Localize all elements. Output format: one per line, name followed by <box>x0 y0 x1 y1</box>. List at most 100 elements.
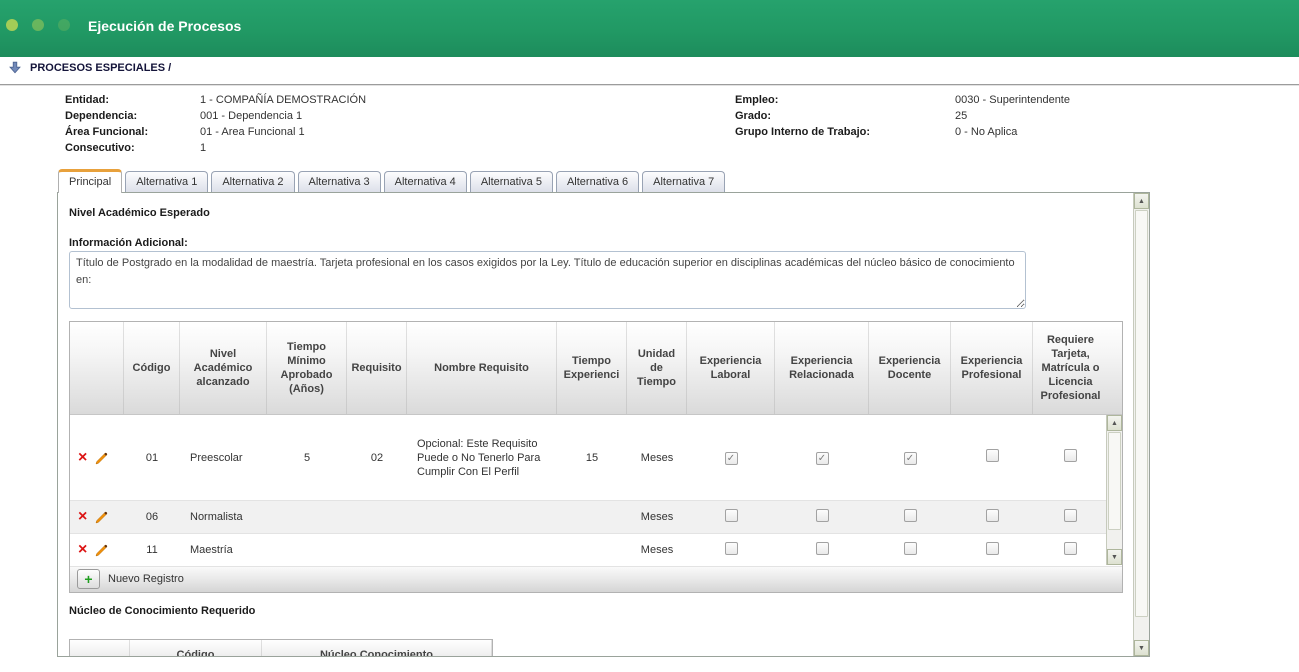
delete-icon[interactable]: × <box>78 510 87 524</box>
plus-icon: + <box>84 572 92 586</box>
new-record-label: Nuevo Registro <box>108 573 184 585</box>
tab-principal[interactable]: Principal <box>58 169 122 193</box>
checkbox-experiencia_relacionada[interactable] <box>816 542 829 555</box>
checkbox-requiere_tarjeta[interactable] <box>1064 509 1077 522</box>
additional-info-textarea[interactable]: Título de Postgrado en la modalidad de m… <box>69 251 1026 309</box>
field-label: Consecutivo: <box>65 140 200 156</box>
nucleo-section-title: Núcleo de Conocimiento Requerido <box>69 605 255 617</box>
cell-requisito <box>347 548 407 552</box>
checkbox-experiencia_laboral[interactable]: ✓ <box>725 452 738 465</box>
tab-alternativa-6[interactable]: Alternativa 6 <box>556 171 639 192</box>
cell-codigo: 06 <box>124 508 180 526</box>
field-value: 25 <box>955 108 967 124</box>
header-dot-icon <box>32 19 44 31</box>
cell-codigo: 01 <box>124 449 180 467</box>
tab-alternativa-7[interactable]: Alternativa 7 <box>642 171 725 192</box>
field-label: Área Funcional: <box>65 124 200 140</box>
cell-experiencia_profesional <box>951 540 1033 561</box>
checkbox-experiencia_profesional[interactable] <box>986 542 999 555</box>
cell-nivel_academico: Preescolar <box>180 449 267 467</box>
tab-alternativa-2[interactable]: Alternativa 2 <box>211 171 294 192</box>
checkbox-requiere_tarjeta[interactable] <box>1064 542 1077 555</box>
checkbox-experiencia_profesional[interactable] <box>986 449 999 462</box>
table-row: ×11MaestríaMeses <box>70 534 1122 567</box>
tab-alternativa-1[interactable]: Alternativa 1 <box>125 171 208 192</box>
cell-nombre_requisito <box>407 515 557 519</box>
panel-scrollbar[interactable]: ▲ ▼ <box>1133 193 1149 656</box>
scroll-up-icon[interactable]: ▲ <box>1107 415 1122 431</box>
info-field: Grado:25 <box>735 108 1255 124</box>
cell-requiere_tarjeta <box>1033 447 1108 468</box>
down-arrow-icon[interactable] <box>8 61 22 75</box>
add-record-button[interactable]: + <box>77 569 100 589</box>
edit-pencil-icon[interactable] <box>95 451 109 465</box>
field-value: 0 - No Aplica <box>955 124 1017 140</box>
column-header: Código <box>130 640 262 657</box>
column-header <box>70 322 124 414</box>
app-window: Ejecución de Procesos PROCESOS ESPECIALE… <box>0 0 1299 672</box>
column-header: Nombre Requisito <box>407 322 557 414</box>
column-header: Requiere Tarjeta, Matrícula o Licencia P… <box>1033 322 1108 414</box>
checkbox-experiencia_laboral[interactable] <box>725 542 738 555</box>
cell-experiencia_laboral <box>687 507 775 528</box>
header-dot-icon <box>58 19 70 31</box>
checkbox-experiencia_relacionada[interactable] <box>816 509 829 522</box>
column-header: Tiempo Experienci <box>557 322 627 414</box>
new-record-bar: + Nuevo Registro <box>70 565 1122 592</box>
info-field: Área Funcional:01 - Area Funcional 1 <box>65 124 685 140</box>
cell-nivel_academico: Maestría <box>180 541 267 559</box>
cell-experiencia_docente <box>869 540 951 561</box>
scrollbar-thumb[interactable] <box>1108 432 1121 530</box>
checkbox-requiere_tarjeta[interactable] <box>1064 449 1077 462</box>
row-actions: × <box>70 541 124 559</box>
breadcrumb[interactable]: PROCESOS ESPECIALES / <box>30 62 171 74</box>
cell-unidad_tiempo: Meses <box>627 541 687 559</box>
cell-requisito: 02 <box>347 449 407 467</box>
checkbox-experiencia_docente[interactable] <box>904 542 917 555</box>
tab-alternativa-3[interactable]: Alternativa 3 <box>298 171 381 192</box>
row-actions: × <box>70 449 124 467</box>
table-scrollbar[interactable]: ▲ ▼ <box>1106 415 1122 565</box>
cell-nombre_requisito <box>407 548 557 552</box>
cell-requiere_tarjeta <box>1033 507 1108 528</box>
checkbox-experiencia_laboral[interactable] <box>725 509 738 522</box>
table-row: ×06NormalistaMeses <box>70 501 1122 534</box>
field-label: Dependencia: <box>65 108 200 124</box>
info-field: Empleo:0030 - Superintendente <box>735 92 1255 108</box>
scroll-down-icon[interactable]: ▼ <box>1134 640 1149 656</box>
tab-alternativa-5[interactable]: Alternativa 5 <box>470 171 553 192</box>
checkbox-experiencia_docente[interactable] <box>904 509 917 522</box>
tab-alternativa-4[interactable]: Alternativa 4 <box>384 171 467 192</box>
info-right: Empleo:0030 - SuperintendenteGrado:25Gru… <box>735 92 1255 140</box>
column-header: Experiencia Docente <box>869 322 951 414</box>
cell-requisito <box>347 515 407 519</box>
delete-icon[interactable]: × <box>78 543 87 557</box>
edit-pencil-icon[interactable] <box>95 510 109 524</box>
cell-experiencia_laboral: ✓ <box>687 449 775 467</box>
cell-experiencia_profesional <box>951 507 1033 528</box>
header-divider <box>0 84 1299 86</box>
field-value: 001 - Dependencia 1 <box>200 108 302 124</box>
requisitos-grid: CódigoNivel Académico alcanzadoTiempo Mí… <box>69 321 1123 593</box>
scroll-down-icon[interactable]: ▼ <box>1107 549 1122 565</box>
cell-requiere_tarjeta <box>1033 540 1108 561</box>
info-field: Consecutivo:1 <box>65 140 685 156</box>
delete-icon[interactable]: × <box>78 451 87 465</box>
field-label: Empleo: <box>735 92 955 108</box>
column-header <box>70 640 130 657</box>
cell-experiencia_profesional <box>951 447 1033 468</box>
checkbox-experiencia_relacionada[interactable]: ✓ <box>816 452 829 465</box>
column-header: Unidad de Tiempo <box>627 322 687 414</box>
cell-experiencia_relacionada <box>775 540 869 561</box>
checkbox-experiencia_docente[interactable]: ✓ <box>904 452 917 465</box>
nucleo-header: CódigoNúcleo Conocimiento <box>70 640 492 657</box>
column-header: Experiencia Relacionada <box>775 322 869 414</box>
field-label: Grupo Interno de Trabajo: <box>735 124 955 140</box>
scrollbar-thumb[interactable] <box>1135 210 1148 617</box>
checkbox-experiencia_profesional[interactable] <box>986 509 999 522</box>
cell-nivel_academico: Normalista <box>180 508 267 526</box>
cell-unidad_tiempo: Meses <box>627 449 687 467</box>
edit-pencil-icon[interactable] <box>95 543 109 557</box>
cell-tiempo_experiencia: 15 <box>557 449 627 467</box>
scroll-up-icon[interactable]: ▲ <box>1134 193 1149 209</box>
